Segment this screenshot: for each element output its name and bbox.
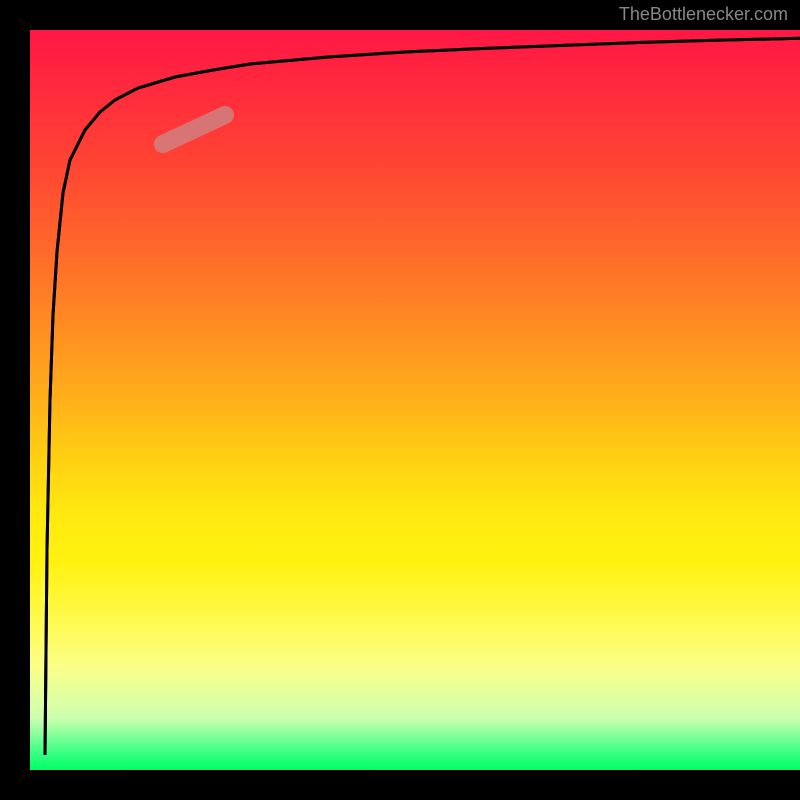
watermark-text: TheBottlenecker.com	[619, 4, 788, 25]
chart-svg	[30, 30, 800, 770]
chart-highlight-segment	[163, 115, 225, 144]
chart-plot-area	[30, 30, 800, 770]
